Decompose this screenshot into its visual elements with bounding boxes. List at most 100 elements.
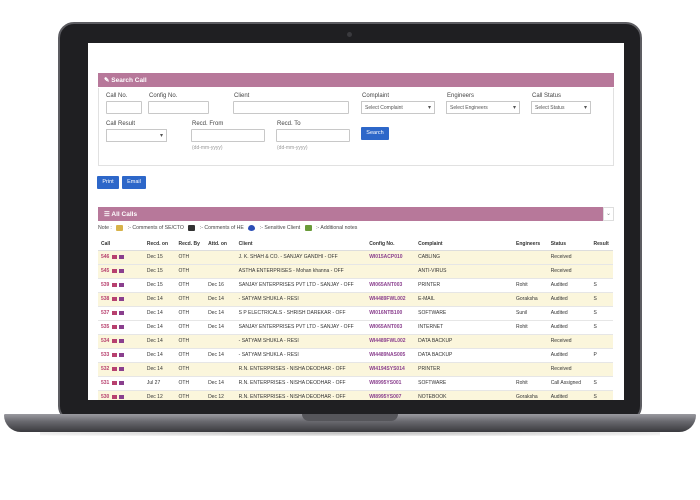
config-value[interactable]: WI016NTB100 xyxy=(369,310,402,316)
cell-call[interactable]: 534 xyxy=(98,334,144,349)
call-value[interactable]: 535 xyxy=(101,324,109,330)
cell-config[interactable]: WI4489FWL002 xyxy=(366,292,416,307)
mail-icon[interactable] xyxy=(119,366,125,371)
print-icon[interactable] xyxy=(112,366,118,371)
table-row[interactable]: 546 Dec 15 OTH J. K. SHAH & CO. - SANJAY GA… xyxy=(98,250,613,265)
table-row[interactable]: 532 Dec 14 OTH R.N. ENTERPRISES - NISHA DEO… xyxy=(98,362,613,377)
complaint-select[interactable]: Select Complaint xyxy=(361,101,435,114)
config-no-input[interactable] xyxy=(148,101,209,114)
call-value[interactable]: 539 xyxy=(101,282,109,288)
col-status[interactable]: Status xyxy=(547,238,591,251)
col-engineers[interactable]: Engineers xyxy=(513,238,548,251)
cell-call[interactable]: 537 xyxy=(98,306,144,321)
print-icon[interactable] xyxy=(112,296,118,301)
cell-config[interactable]: WI065ANT003 xyxy=(366,320,416,335)
call-value[interactable]: 538 xyxy=(101,296,109,302)
recd-from-input[interactable] xyxy=(191,129,265,142)
call-no-input[interactable] xyxy=(106,101,142,114)
table-row[interactable]: 531 Jul 27 OTH Dec 14 R.N. ENTERPRISES - NIS… xyxy=(98,376,613,391)
config-value[interactable]: WI015ACP010 xyxy=(369,254,402,260)
config-value[interactable]: WI4489NAS005 xyxy=(369,352,405,358)
col-recd-on[interactable]: Recd. on xyxy=(143,238,176,251)
search-button[interactable]: Search xyxy=(361,127,389,140)
mail-icon[interactable] xyxy=(119,254,125,259)
mail-icon[interactable] xyxy=(119,282,125,287)
cell-call[interactable]: 535 xyxy=(98,320,144,335)
print-button[interactable]: Print xyxy=(97,176,119,189)
table-row[interactable]: 530 Dec 12 OTH Dec 12 R.N. ENTERPRISES - NIS… xyxy=(98,390,613,400)
call-value[interactable]: 530 xyxy=(101,394,109,400)
call-value[interactable]: 531 xyxy=(101,380,109,386)
cell-config[interactable] xyxy=(366,264,416,279)
cell-call[interactable]: 532 xyxy=(98,362,144,377)
cell-config[interactable]: WI8995YS007 xyxy=(366,390,416,400)
collapse-toggle[interactable]: ⌄ xyxy=(603,207,614,221)
table-row[interactable]: 545 Dec 15 OTH ASTHA ENTERPRISES - Mohan kh… xyxy=(98,264,613,279)
table-row[interactable]: 538 Dec 14 OTH Dec 14 - SATYAM SHUKLA - RESI… xyxy=(98,292,613,307)
call-value[interactable]: 545 xyxy=(101,268,109,274)
cell-config[interactable]: WI065ANT003 xyxy=(366,278,416,293)
table-row[interactable]: 535 Dec 14 OTH Dec 14 SANJAY ENTERPRISES PVT… xyxy=(98,320,613,335)
call-value[interactable]: 546 xyxy=(101,254,109,260)
col-call[interactable]: Call xyxy=(98,238,144,251)
call-result-select[interactable] xyxy=(106,129,167,142)
config-value[interactable]: WI4489FWL002 xyxy=(369,338,405,344)
print-icon[interactable] xyxy=(112,268,118,273)
print-icon[interactable] xyxy=(112,324,118,329)
recd-to-input[interactable] xyxy=(276,129,350,142)
cell-call[interactable]: 530 xyxy=(98,390,144,400)
table-row[interactable]: 534 Dec 14 OTH - SATYAM SHUKLA - RESI WI4489… xyxy=(98,334,613,349)
col-result[interactable]: Result xyxy=(590,238,613,251)
cell-config[interactable]: WI4489FWL002 xyxy=(366,334,416,349)
config-value[interactable]: WI4489FWL002 xyxy=(369,296,405,302)
config-value[interactable]: WI065ANT003 xyxy=(369,324,402,330)
call-value[interactable]: 534 xyxy=(101,338,109,344)
client-input[interactable] xyxy=(233,101,349,114)
col-config-no[interactable]: Config No. xyxy=(366,238,416,251)
cell-config[interactable]: WI4489NAS005 xyxy=(366,348,416,363)
call-value[interactable]: 537 xyxy=(101,310,109,316)
cell-config[interactable]: WI4194SYS014 xyxy=(366,362,416,377)
print-icon[interactable] xyxy=(112,394,118,399)
cell-call[interactable]: 533 xyxy=(98,348,144,363)
mail-icon[interactable] xyxy=(119,394,125,399)
config-value[interactable]: WI8995YS007 xyxy=(369,394,401,400)
mail-icon[interactable] xyxy=(119,338,125,343)
mail-icon[interactable] xyxy=(119,324,125,329)
mail-icon[interactable] xyxy=(119,268,125,273)
cell-call[interactable]: 538 xyxy=(98,292,144,307)
engineers-select[interactable]: Select Engineers xyxy=(446,101,520,114)
cell-config[interactable]: WI015ACP010 xyxy=(366,250,416,265)
search-call-header[interactable]: ✎ Search Call xyxy=(98,73,614,87)
table-row[interactable]: 537 Dec 14 OTH Dec 14 S P ELECTRICALS - SHRI… xyxy=(98,306,613,321)
config-value[interactable]: WI4194SYS014 xyxy=(369,366,405,372)
table-row[interactable]: 533 Dec 14 OTH Dec 14 - SATYAM SHUKLA - RESI… xyxy=(98,348,613,363)
mail-icon[interactable] xyxy=(119,352,125,357)
print-icon[interactable] xyxy=(112,338,118,343)
col-recd-by[interactable]: Recd. By xyxy=(175,238,206,251)
call-value[interactable]: 533 xyxy=(101,352,109,358)
col-attd-on[interactable]: Attd. on xyxy=(205,238,236,251)
print-icon[interactable] xyxy=(112,254,118,259)
cell-call[interactable]: 546 xyxy=(98,250,144,265)
email-button[interactable]: Email xyxy=(122,176,146,189)
mail-icon[interactable] xyxy=(119,310,125,315)
table-row[interactable]: 539 Dec 15 OTH Dec 16 SANJAY ENTERPRISES PVT… xyxy=(98,278,613,293)
config-value[interactable]: WI065ANT003 xyxy=(369,282,402,288)
print-icon[interactable] xyxy=(112,380,118,385)
all-calls-header[interactable]: ☰ All Calls xyxy=(98,207,603,221)
cell-call[interactable]: 545 xyxy=(98,264,144,279)
print-icon[interactable] xyxy=(112,310,118,315)
cell-config[interactable]: WI016NTB100 xyxy=(366,306,416,321)
mail-icon[interactable] xyxy=(119,296,125,301)
print-icon[interactable] xyxy=(112,352,118,357)
print-icon[interactable] xyxy=(112,282,118,287)
call-value[interactable]: 532 xyxy=(101,366,109,372)
cell-config[interactable]: WI8995YS001 xyxy=(366,376,416,391)
cell-call[interactable]: 531 xyxy=(98,376,144,391)
col-complaint[interactable]: Complaint xyxy=(415,238,514,251)
config-value[interactable]: WI8995YS001 xyxy=(369,380,401,386)
mail-icon[interactable] xyxy=(119,380,125,385)
cell-call[interactable]: 539 xyxy=(98,278,144,293)
col-client[interactable]: Client xyxy=(235,238,367,251)
